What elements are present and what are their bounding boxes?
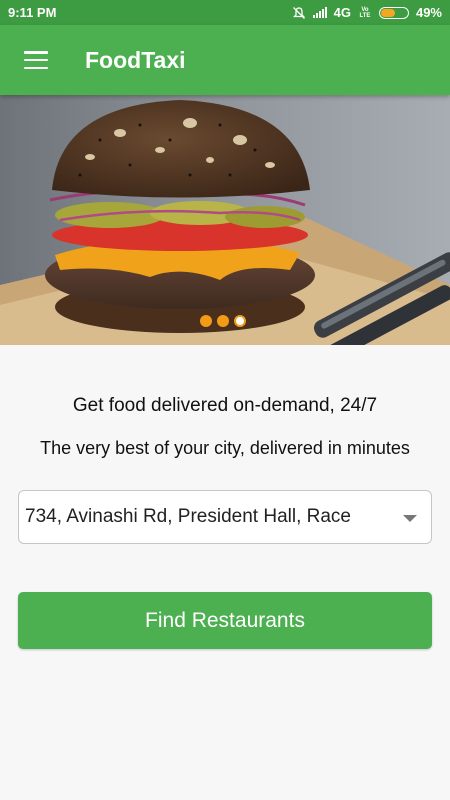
hamburger-menu-icon[interactable]	[24, 51, 48, 69]
signal-icon	[312, 7, 327, 18]
status-icons: 4G Vo LTE 49%	[292, 5, 442, 20]
mute-icon	[292, 6, 305, 19]
app-title: FoodTaxi	[85, 46, 186, 73]
address-value: 734, Avinashi Rd, President Hall, Race	[25, 506, 351, 527]
network-type: 4G	[333, 5, 351, 20]
carousel-indicator	[200, 315, 246, 327]
battery-icon	[378, 6, 409, 19]
carousel-dot-3[interactable]	[234, 315, 246, 327]
carousel-dot-1[interactable]	[200, 315, 212, 327]
find-restaurants-button[interactable]: Find Restaurants	[18, 592, 432, 649]
battery-percent: 49%	[415, 5, 442, 20]
hero-carousel[interactable]	[0, 95, 450, 345]
address-dropdown[interactable]: 734, Avinashi Rd, President Hall, Race	[18, 490, 432, 544]
app-bar: FoodTaxi	[0, 25, 450, 95]
burger-image	[0, 95, 450, 345]
subheadline: The very best of your city, delivered in…	[40, 438, 410, 458]
status-bar: 9:11 PM 4G Vo LTE 49%	[0, 0, 450, 25]
status-time: 9:11 PM	[8, 5, 57, 20]
headline: Get food delivered on-demand, 24/7	[72, 395, 378, 416]
battery-level-fill	[380, 8, 395, 17]
dropdown-arrow-icon	[403, 515, 417, 522]
volte-icon: Vo LTE	[359, 6, 371, 19]
carousel-dot-2[interactable]	[217, 315, 229, 327]
